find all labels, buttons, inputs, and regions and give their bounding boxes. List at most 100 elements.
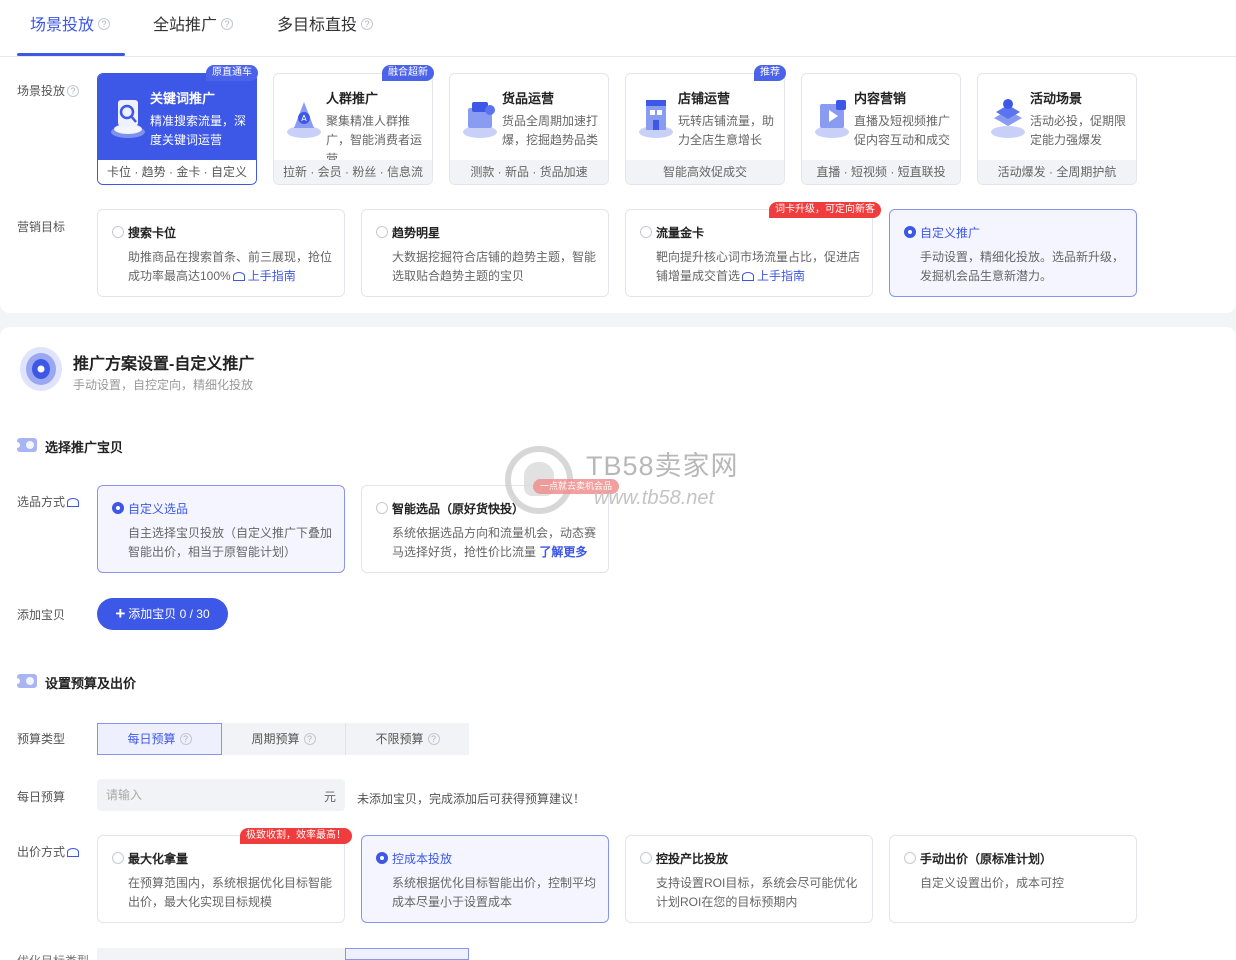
help-icon[interactable]: ? <box>427 732 440 745</box>
tab-scene-delivery[interactable]: 场景投放? <box>30 0 111 57</box>
daily-budget-input[interactable] <box>97 779 345 811</box>
budget-type-unlimited[interactable]: 不限预算? <box>346 723 469 755</box>
graduation-cap-icon[interactable] <box>67 848 80 858</box>
section-title-select-item: 选择推广宝贝 <box>45 440 124 455</box>
help-icon[interactable]: ? <box>221 18 234 31</box>
scene-card-tag: 原直通车 <box>206 65 258 81</box>
watermark-name: TB58卖家网 <box>586 451 739 481</box>
option-desc: 在预算范围内，系统根据优化目标智能出价，最大化实现目标规模 <box>128 876 333 909</box>
goal-option-custom[interactable]: 自定义推广 手动设置，精细化投放。选品新升级，发掘机会品生意新潜力。 <box>889 209 1137 297</box>
radio-icon <box>376 226 388 238</box>
option-desc: 系统依据选品方向和流量机会，动态赛马选择好货，抢性价比流量 了解更多 <box>392 526 597 559</box>
plan-subtitle: 手动设置，自控定向，精细化投放 <box>73 378 254 392</box>
radio-icon <box>376 852 388 864</box>
option-title: 手动出价（原标准计划） <box>920 852 1053 866</box>
scene-card-desc: 货品全周期加速打爆，挖掘趋势品类 <box>502 114 599 147</box>
scene-card-keyword[interactable]: 关键词推广 精准搜索流量，深度关键词运营 卡位 · 趋势 · 金卡 · 自定义 … <box>97 65 258 185</box>
watermark-url: www.tb58.net <box>594 487 715 509</box>
budget-type-daily[interactable]: 每日预算? <box>97 723 222 755</box>
option-title: 自定义选品 <box>128 502 189 516</box>
optimize-goal-type-label: 优化目标类型 <box>17 952 89 960</box>
budget-type-period[interactable]: 周期预算? <box>222 723 345 755</box>
help-icon[interactable]: ? <box>98 18 111 31</box>
option-desc: 系统根据优化目标智能出价，控制平均成本尽量小于设置成本 <box>392 876 597 909</box>
learn-more-link[interactable]: 了解更多 <box>539 545 587 559</box>
select-option-smart[interactable]: 智能选品（原好货快投） 系统依据选品方向和流量机会，动态赛马选择好货，抢性价比流… <box>361 485 609 573</box>
add-item-button[interactable]: + 添加宝贝 0 / 30 <box>97 598 228 630</box>
select-option-custom[interactable]: 自定义选品 自主选择宝贝投放（自定义推广下叠加智能出价，相当于原智能计划） <box>97 485 345 573</box>
option-title: 智能选品（原好货快投） <box>392 502 525 516</box>
activity-scene-icon <box>991 99 1025 138</box>
graduation-cap-icon[interactable] <box>67 498 80 508</box>
goal-option-traffic-gold-card[interactable]: 流量金卡 靶向提升核心词市场流量占比，促进店铺增量成交首选 上手指南 词卡升级，可… <box>625 202 881 297</box>
ticket-icon <box>17 438 37 452</box>
add-item-label: 添加宝贝 <box>17 608 66 622</box>
option-tag: 词卡升级，可定向新客 <box>769 202 881 218</box>
scene-card-content[interactable]: 内容营销 直播及短视频推广促内容互动和成交 直播 · 短视频 · 短直联投 <box>801 73 961 185</box>
radio-icon <box>640 226 652 238</box>
store-ops-icon <box>639 100 673 138</box>
tab-multi-goal[interactable]: 多目标直投? <box>277 0 374 57</box>
segment-partial-active[interactable] <box>345 948 469 960</box>
currency-unit: 元 <box>324 790 337 804</box>
keyword-promo-icon <box>111 100 145 138</box>
scene-card-footer: 拉新 · 会员 · 粉丝 · 信息流 <box>274 160 432 184</box>
scene-card-tag: 推荐 <box>754 65 786 81</box>
scene-card-footer: 测款 · 新品 · 货品加速 <box>450 160 608 184</box>
scene-card-title: 内容营销 <box>854 91 907 106</box>
bid-option-max-volume[interactable]: 最大化拿量 在预算范围内，系统根据优化目标智能出价，最大化实现目标规模 极致收割… <box>97 828 352 923</box>
help-icon[interactable]: ? <box>67 84 80 97</box>
guide-link[interactable]: 上手指南 <box>231 269 296 283</box>
radio-icon <box>376 502 388 514</box>
budget-hint: 未添加宝贝，完成添加后可获得预算建议！ <box>357 792 586 806</box>
option-desc: 大数据挖掘符合店铺的趋势主题，智能选取贴合趋势主题的宝贝 <box>392 250 597 283</box>
scene-card-title: 店铺运营 <box>678 91 731 106</box>
scene-card-footer: 智能高效促成交 <box>626 160 784 184</box>
scene-card-store[interactable]: 店铺运营 玩转店铺流量，助力全店生意增长 智能高效促成交 推荐 <box>625 65 786 185</box>
bid-option-roi-control[interactable]: 控投产比投放 支持设置ROI目标，系统会尽可能优化计划ROI在您的目标预期内 <box>625 835 873 923</box>
scene-card-title: 人群推广 <box>326 91 379 106</box>
scene-card-footer: 直播 · 短视频 · 短直联投 <box>802 160 960 184</box>
guide-link[interactable]: 上手指南 <box>740 269 805 283</box>
goal-option-search-position[interactable]: 搜索卡位 助推商品在搜索首条、前三展现，抢位成功率最高达100% 上手指南 <box>97 209 345 297</box>
segment-partial[interactable] <box>222 948 345 960</box>
goal-label: 营销目标 <box>17 220 66 234</box>
goal-option-trend-star[interactable]: 趋势明星 大数据挖掘符合店铺的趋势主题，智能选取贴合趋势主题的宝贝 <box>361 209 609 297</box>
scene-card-goods[interactable]: 货品运营 货品全周期加速打爆，挖掘趋势品类 测款 · 新品 · 货品加速 <box>449 73 609 185</box>
content-marketing-icon <box>815 100 849 138</box>
graduation-cap-icon <box>232 272 245 282</box>
scene-card-desc: 精准搜索流量，深度关键词运营 <box>150 114 247 147</box>
scene-selection-panel: 场景投放? 全站推广? 多目标直投? 场景投放? 关键词推广 精准搜索流量，深度… <box>0 0 1236 313</box>
scene-card-crowd[interactable]: A 人群推广 聚集精准人群推广，智能消费者运营 拉新 · 会员 · 粉丝 · 信… <box>273 65 434 185</box>
bid-option-manual[interactable]: 手动出价（原标准计划） 自定义设置出价，成本可控 <box>889 835 1137 923</box>
option-tag: 极致收割，效率最高！ <box>240 828 352 844</box>
daily-budget-label: 每日预算 <box>17 790 66 804</box>
crowd-promo-icon: A <box>287 102 321 138</box>
bid-option-cost-control[interactable]: 控成本投放 系统根据优化目标智能出价，控制平均成本尽量小于设置成本 <box>361 835 609 923</box>
help-icon[interactable]: ? <box>361 18 374 31</box>
option-desc: 自主选择宝贝投放（自定义推广下叠加智能出价，相当于原智能计划） <box>128 526 333 559</box>
option-title: 最大化拿量 <box>128 852 189 866</box>
option-title: 自定义推广 <box>920 226 981 240</box>
plan-title: 推广方案设置-自定义推广 <box>73 356 255 373</box>
goods-ops-icon <box>463 102 497 138</box>
scene-card-tag: 融合超新 <box>382 65 434 81</box>
radio-icon <box>112 852 124 864</box>
radio-icon <box>112 226 124 238</box>
option-desc: 靶向提升核心词市场流量占比，促进店铺增量成交首选 上手指南 <box>656 250 861 283</box>
help-icon[interactable]: ? <box>303 732 316 745</box>
scene-card-title: 活动场景 <box>1030 91 1083 106</box>
top-tabs: 场景投放? 全站推广? 多目标直投? <box>0 0 1236 57</box>
radio-icon <box>904 852 916 864</box>
budget-type-label: 预算类型 <box>17 732 66 746</box>
select-method-label: 选品方式 <box>17 493 82 510</box>
option-desc: 自定义设置出价，成本可控 <box>920 876 1065 890</box>
segment-partial[interactable] <box>97 948 222 960</box>
bid-method-label: 出价方式 <box>17 843 82 860</box>
option-desc: 支持设置ROI目标，系统会尽可能优化计划ROI在您的目标预期内 <box>656 876 858 909</box>
radio-icon <box>904 226 916 238</box>
tab-site-wide-promo[interactable]: 全站推广? <box>153 0 234 57</box>
help-icon[interactable]: ? <box>179 732 192 745</box>
scene-card-desc: 玩转店铺流量，助力全店生意增长 <box>678 114 775 147</box>
scene-card-activity[interactable]: 活动场景 活动必投，促期限定能力强爆发 活动爆发 · 全周期护航 <box>977 73 1137 185</box>
